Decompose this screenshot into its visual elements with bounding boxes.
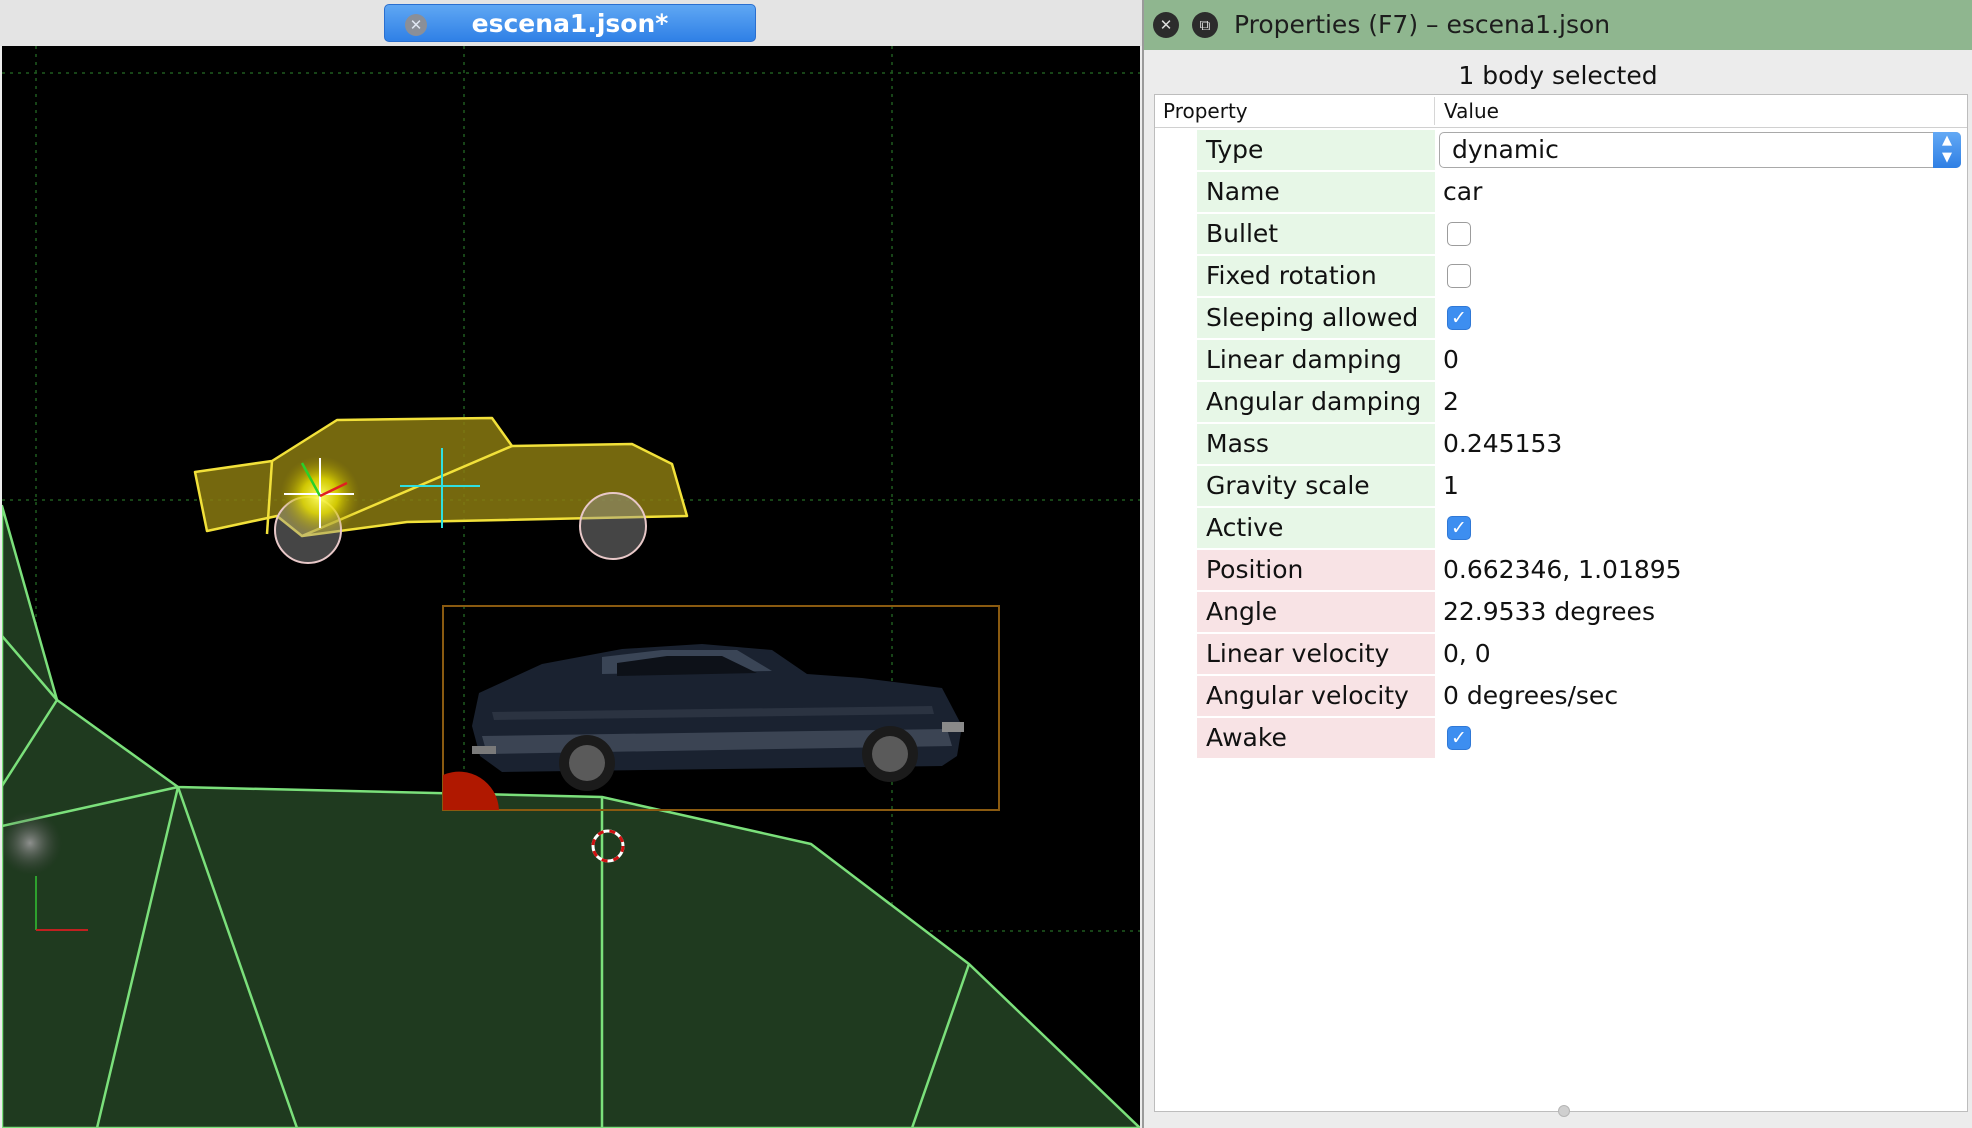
property-row-mass: Mass 0.245153	[1155, 423, 1967, 465]
properties-title: Properties (F7) – escena1.json	[1234, 10, 1611, 39]
type-select-value: dynamic	[1452, 135, 1559, 164]
car-sprite	[472, 644, 964, 791]
resize-handle[interactable]	[1558, 1105, 1570, 1117]
property-name: Linear velocity	[1197, 634, 1435, 674]
property-name: Angular damping	[1197, 382, 1435, 422]
property-row-linear-damping: Linear damping 0	[1155, 339, 1967, 381]
property-name: Fixed rotation	[1197, 256, 1435, 296]
selection-summary: 1 body selected	[1458, 61, 1658, 90]
awake-checkbox[interactable]: ✓	[1447, 726, 1471, 750]
angular-damping-value[interactable]: 2	[1443, 382, 1459, 422]
property-row-linear-velocity: Linear velocity 0, 0	[1155, 633, 1967, 675]
property-name: Angular velocity	[1197, 676, 1435, 716]
mass-value[interactable]: 0.245153	[1443, 424, 1562, 464]
property-row-awake: Awake ✓	[1155, 717, 1967, 759]
linear-damping-value[interactable]: 0	[1443, 340, 1459, 380]
property-name: Gravity scale	[1197, 466, 1435, 506]
property-name: Awake	[1197, 718, 1435, 758]
wheel-front	[579, 492, 647, 560]
bullet-checkbox[interactable]	[1447, 222, 1471, 246]
property-name: Mass	[1197, 424, 1435, 464]
type-select[interactable]: dynamic ▲ ▼	[1439, 132, 1961, 168]
property-row-name: Name car	[1155, 171, 1967, 213]
property-row-active: Active ✓	[1155, 507, 1967, 549]
property-row-angular-velocity: Angular velocity 0 degrees/sec	[1155, 675, 1967, 717]
float-window-icon[interactable]: ⧉	[1192, 12, 1218, 38]
document-tab-title: escena1.json*	[471, 9, 669, 38]
property-name: Type	[1197, 130, 1435, 170]
sleeping-allowed-checkbox[interactable]: ✓	[1447, 306, 1471, 330]
linear-velocity-value[interactable]: 0, 0	[1443, 634, 1491, 674]
position-value[interactable]: 0.662346, 1.01895	[1443, 550, 1682, 590]
property-table: Property Value Type dynamic ▲ ▼ Name car …	[1154, 94, 1968, 1117]
fixed-rotation-checkbox[interactable]	[1447, 264, 1471, 288]
property-row-sleeping-allowed: Sleeping allowed ✓	[1155, 297, 1967, 339]
property-row-type: Type dynamic ▲ ▼	[1155, 129, 1967, 171]
name-value[interactable]: car	[1443, 172, 1482, 212]
document-tab[interactable]: ✕ escena1.json*	[384, 4, 756, 42]
angle-value[interactable]: 22.9533 degrees	[1443, 592, 1655, 632]
document-tab-bar: ✕ escena1.json*	[0, 0, 1142, 46]
gravity-scale-value[interactable]: 1	[1443, 466, 1459, 506]
chevron-up-down-icon: ▲ ▼	[1933, 132, 1961, 168]
property-row-angle: Angle 22.9533 degrees	[1155, 591, 1967, 633]
ground-body	[2, 504, 1140, 1128]
scene-editor: ✕ escena1.json*	[0, 0, 1142, 1128]
table-header: Property Value	[1155, 95, 1967, 128]
property-name: Sleeping allowed	[1197, 298, 1435, 338]
column-header-property[interactable]: Property	[1163, 95, 1248, 127]
scene-canvas[interactable]	[2, 46, 1140, 1128]
properties-titlebar: ✕ ⧉ Properties (F7) – escena1.json	[1144, 0, 1972, 50]
property-name: Angle	[1197, 592, 1435, 632]
angular-velocity-value[interactable]: 0 degrees/sec	[1443, 676, 1618, 716]
property-name: Position	[1197, 550, 1435, 590]
property-name: Bullet	[1197, 214, 1435, 254]
property-name: Name	[1197, 172, 1435, 212]
column-header-value[interactable]: Value	[1444, 95, 1499, 127]
property-row-position: Position 0.662346, 1.01895	[1155, 549, 1967, 591]
property-row-gravity-scale: Gravity scale 1	[1155, 465, 1967, 507]
car-body-selected	[193, 416, 689, 564]
property-row-angular-damping: Angular damping 2	[1155, 381, 1967, 423]
close-icon[interactable]: ✕	[1153, 12, 1179, 38]
active-checkbox[interactable]: ✓	[1447, 516, 1471, 540]
properties-panel: ✕ ⧉ Properties (F7) – escena1.json 1 bod…	[1142, 0, 1972, 1128]
property-row-bullet: Bullet	[1155, 213, 1967, 255]
property-name: Linear damping	[1197, 340, 1435, 380]
property-name: Active	[1197, 508, 1435, 548]
property-row-fixed-rotation: Fixed rotation	[1155, 255, 1967, 297]
